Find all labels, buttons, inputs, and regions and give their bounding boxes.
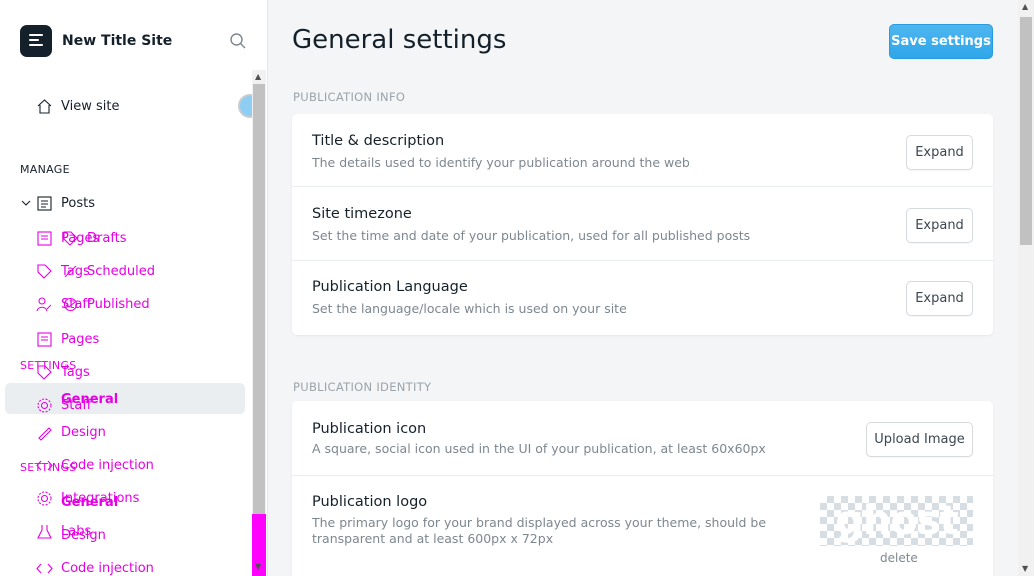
setting-row-language: Publication Language Set the language/lo… (292, 261, 993, 334)
scroll-up-icon[interactable]: ▲ (255, 72, 261, 81)
main-scrollbar[interactable]: ▲ ▼ (1018, 0, 1034, 576)
sidebar-item-design[interactable]: Design (36, 420, 106, 444)
expand-button[interactable]: Expand (906, 281, 973, 316)
scroll-down-icon[interactable]: ▼ (255, 562, 261, 571)
chevron-down-icon[interactable] (20, 197, 32, 209)
sidebar: New Title Site View site MANAGE Posts Pa… (0, 0, 268, 576)
scroll-down-icon[interactable]: ▼ (1022, 564, 1028, 573)
sidebar-item-label: Code injection (61, 457, 154, 473)
sidebar-item-label: Posts (61, 195, 95, 211)
sidebar-item-label: Drafts (87, 230, 127, 246)
setting-row-icon: Publication icon A square, social icon u… (292, 401, 993, 476)
clock-icon (64, 265, 77, 277)
sidebar-item-label: Design (61, 527, 106, 543)
scroll-up-icon[interactable]: ▲ (1022, 2, 1028, 11)
sidebar-item-label: Published (87, 296, 150, 312)
setting-description: Set the language/locale which is used on… (312, 301, 627, 316)
delete-logo-link[interactable]: delete (880, 551, 918, 565)
sidebar-item-view-site[interactable]: View site (36, 94, 119, 118)
staff-icon (36, 296, 52, 311)
pages-icon (37, 230, 52, 246)
setting-title: Title & description (312, 133, 445, 149)
expand-button[interactable]: Expand (906, 135, 973, 170)
sidebar-item-label: Scheduled (87, 263, 155, 279)
publication-identity-card: Publication icon A square, social icon u… (292, 401, 993, 576)
sidebar-scrollbar-thumb[interactable] (253, 84, 265, 514)
sidebar-item-label: General (61, 494, 119, 510)
publication-info-label: PUBLICATION INFO (293, 90, 406, 104)
sidebar-item-code-injection-overlay[interactable]: Code injection (36, 453, 154, 477)
main-scrollbar-thumb[interactable] (1020, 17, 1032, 245)
sidebar-item-pages[interactable]: Pages (36, 327, 99, 351)
sidebar-item-design-overlay[interactable]: Design (61, 523, 106, 547)
setting-description: A square, social icon used in the UI of … (312, 441, 766, 456)
sidebar-scrollbar[interactable]: ▲ ▼ (252, 70, 266, 576)
sidebar-item-scheduled[interactable]: Scheduled (62, 259, 155, 283)
sidebar-item-general[interactable]: General (61, 490, 118, 514)
publication-identity-label: PUBLICATION IDENTITY (293, 380, 432, 394)
pages-icon (37, 331, 52, 347)
sidebar-item-label: Tags (61, 364, 90, 380)
setting-row-title-description: Title & description The details used to … (292, 114, 993, 187)
posts-icon (37, 195, 52, 211)
sidebar-item-published[interactable]: Published (62, 292, 150, 316)
sidebar-item-drafts[interactable]: Drafts (62, 226, 127, 250)
logo-image: ghost (835, 498, 959, 544)
tag-icon (37, 263, 52, 279)
sidebar-item-code-injection[interactable]: Code injection (36, 556, 154, 576)
page-title: General settings (292, 25, 507, 55)
flask-icon (37, 524, 52, 539)
setting-title: Publication logo (312, 494, 428, 510)
sidebar-item-label: Pages (61, 331, 100, 347)
brush-icon (38, 426, 52, 441)
sidebar-item-posts[interactable]: Posts (36, 191, 95, 215)
setting-title: Site timezone (312, 206, 412, 222)
setting-row-timezone: Site timezone Set the time and date of y… (292, 188, 993, 261)
sidebar-item-general-overlay[interactable]: General (61, 387, 118, 411)
tag-icon (37, 364, 52, 380)
upload-image-button[interactable]: Upload Image (866, 422, 973, 457)
setting-title: Publication Language (312, 279, 468, 295)
sidebar-item-label: Code injection (61, 560, 154, 576)
setting-description: The primary logo for your brand displaye… (312, 515, 767, 546)
gear-icon (37, 490, 52, 506)
main-content: General settings Save settings PUBLICATI… (268, 0, 1018, 576)
gear-icon (37, 397, 52, 413)
setting-title: Publication icon (312, 421, 427, 437)
publication-logo-preview[interactable]: ghost (820, 496, 973, 546)
setting-description: The details used to identify your public… (312, 155, 690, 170)
setting-description: Set the time and date of your publicatio… (312, 228, 751, 243)
sidebar-item-label: Design (61, 424, 106, 440)
code-icon (36, 460, 53, 470)
sidebar-item-tags[interactable]: Tags (36, 360, 90, 384)
save-settings-button[interactable]: Save settings (889, 24, 993, 59)
code-icon (36, 563, 53, 573)
globe-icon (63, 297, 78, 311)
publication-info-card: Title & description The details used to … (292, 114, 993, 335)
expand-button[interactable]: Expand (906, 208, 973, 243)
setting-row-logo: Publication logo The primary logo for yo… (292, 476, 993, 576)
home-icon (37, 98, 52, 114)
manage-section-label: MANAGE (20, 163, 70, 176)
sidebar-nav: View site MANAGE Posts Pages Drafts Tags… (0, 0, 252, 576)
sidebar-item-label: General (61, 391, 119, 407)
sidebar-item-label: View site (61, 98, 120, 114)
tag-icon (63, 230, 78, 246)
